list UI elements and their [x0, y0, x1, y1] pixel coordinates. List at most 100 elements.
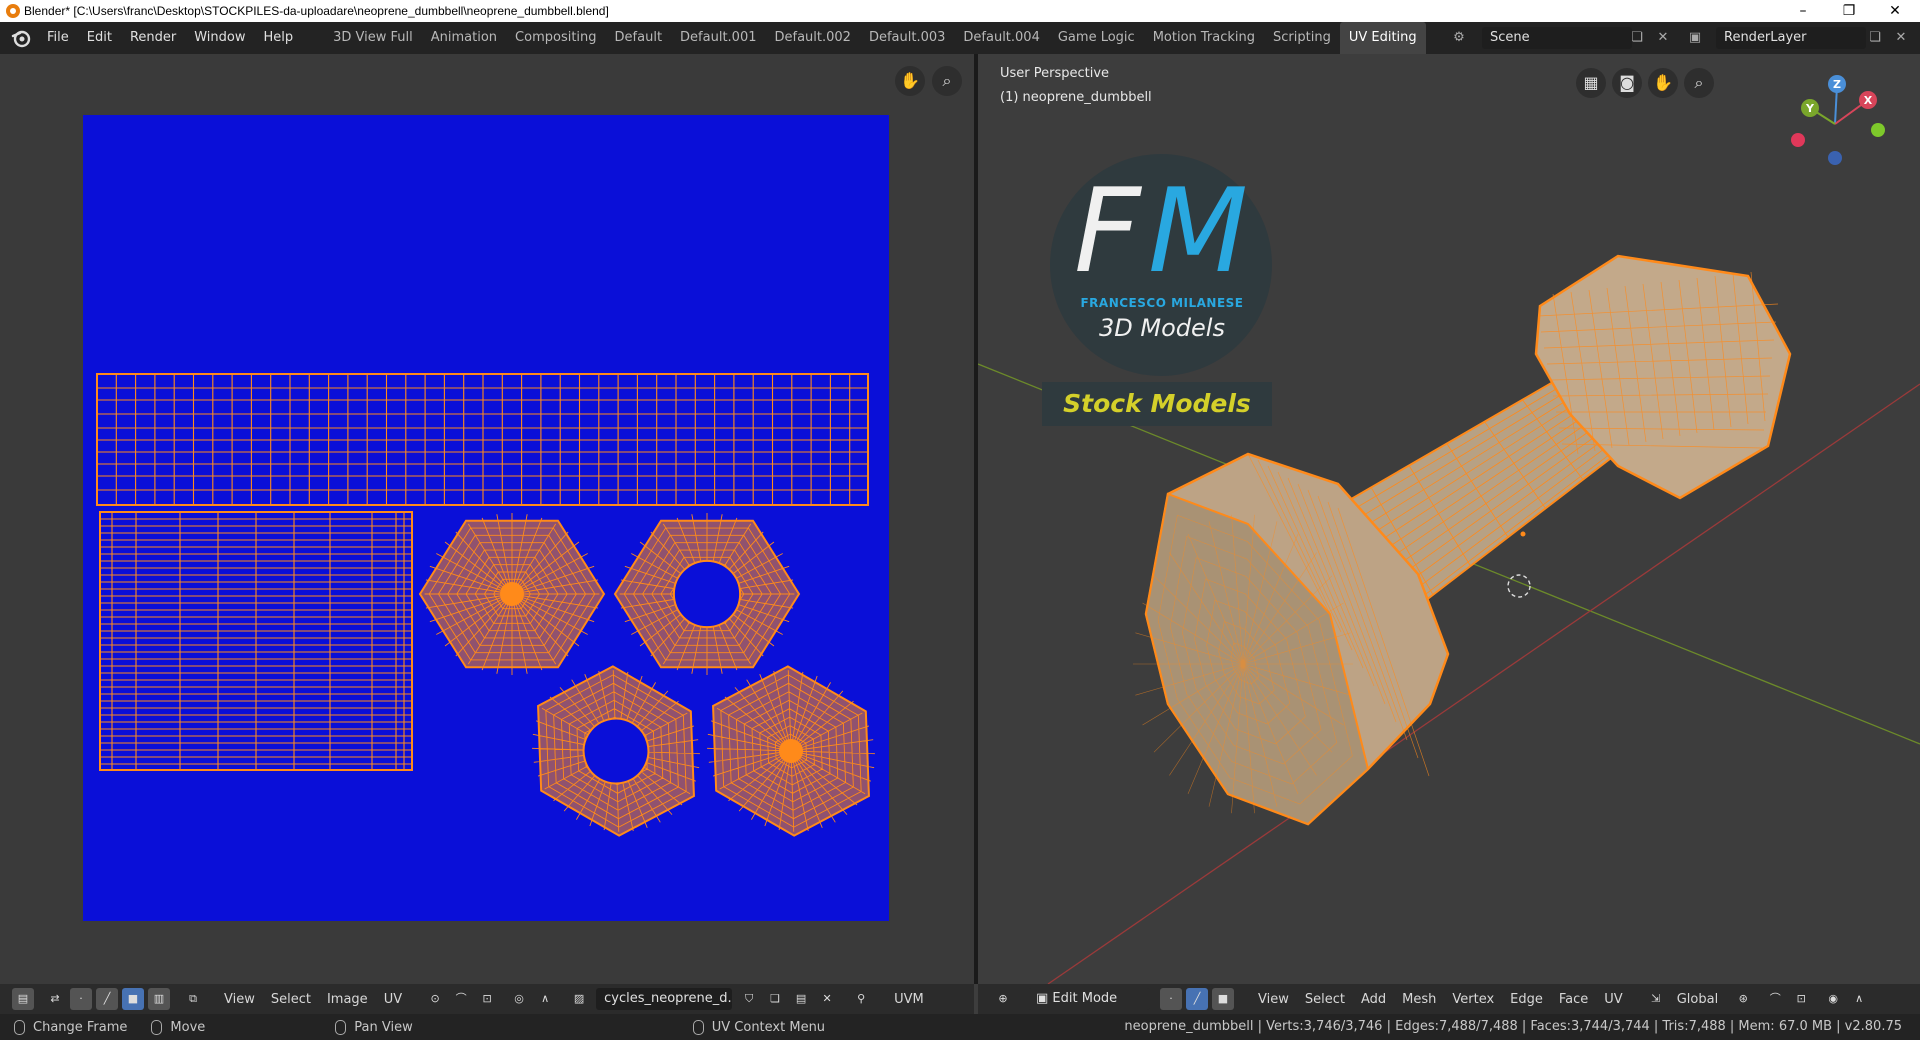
hint-change-frame: Change Frame [33, 1019, 128, 1035]
vp-menu-uv[interactable]: UV [1596, 992, 1630, 1007]
window-title-bar: Blender* [C:\Users\franc\Desktop\STOCKPI… [0, 0, 1920, 22]
face-mode-icon[interactable]: ■ [1212, 988, 1234, 1010]
uv-menu-uv[interactable]: UV [376, 992, 410, 1007]
sync-selection-icon[interactable]: ⇄ [44, 988, 66, 1010]
restore-button[interactable]: ❐ [1826, 0, 1872, 22]
zoom-icon[interactable]: ⌕ [1684, 68, 1714, 98]
image-name-field[interactable]: cycles_neoprene_d.. [596, 988, 733, 1010]
vp-falloff-icon[interactable]: ∧ [1848, 988, 1870, 1010]
render-layer-icon[interactable]: ▣ [1686, 29, 1704, 47]
uv-canvas[interactable] [0, 54, 974, 984]
uv-menu-image[interactable]: Image [319, 992, 376, 1007]
tab-animation[interactable]: Animation [422, 22, 506, 54]
open-image-icon[interactable]: ▤ [790, 988, 812, 1010]
gizmo-neg-y-icon[interactable] [1871, 123, 1885, 137]
svg-text:X: X [1864, 94, 1873, 107]
menu-file[interactable]: File [38, 22, 78, 54]
tab-default-001[interactable]: Default.001 [671, 22, 765, 54]
tab-3d-view-full[interactable]: 3D View Full [324, 22, 422, 54]
vp-snap-target-icon[interactable]: ⊡ [1790, 988, 1812, 1010]
uv-menu-view[interactable]: View [216, 992, 263, 1007]
hint-pan-view: Pan View [354, 1019, 413, 1035]
blender-app-icon [6, 4, 20, 18]
sticky-select-icon[interactable]: ⧉ [182, 988, 204, 1010]
scene-icon[interactable]: ⚙ [1450, 29, 1468, 47]
vertex-select-icon[interactable]: · [70, 988, 92, 1010]
tab-default-003[interactable]: Default.003 [860, 22, 954, 54]
status-bar: Change Frame Move Pan View UV Context Me… [0, 1014, 1920, 1040]
falloff-icon[interactable]: ∧ [534, 988, 556, 1010]
menu-render[interactable]: Render [121, 22, 185, 54]
face-select-icon[interactable]: ■ [122, 988, 144, 1010]
vp-menu-face[interactable]: Face [1551, 992, 1596, 1007]
vp-menu-select[interactable]: Select [1297, 992, 1353, 1007]
tab-default-002[interactable]: Default.002 [766, 22, 860, 54]
tab-default[interactable]: Default [606, 22, 672, 54]
pan-icon[interactable]: ✋ [1648, 68, 1678, 98]
snap-target-icon[interactable]: ⊡ [476, 988, 498, 1010]
uvmap-label[interactable]: UVM [886, 992, 932, 1007]
island-select-icon[interactable]: ▥ [148, 988, 170, 1010]
pin-icon[interactable]: ⚲ [850, 988, 872, 1010]
remove-scene-icon[interactable]: ✕ [1654, 29, 1672, 47]
vp-proportional-icon[interactable]: ◉ [1822, 988, 1844, 1010]
new-scene-icon[interactable]: ❏ [1628, 29, 1646, 47]
vp-menu-edge[interactable]: Edge [1502, 992, 1551, 1007]
mode-selector[interactable]: ▣ Edit Mode [1028, 988, 1150, 1010]
blender-logo-icon[interactable] [10, 27, 32, 49]
logo-subtitle: FRANCESCO MILANESE [1080, 296, 1244, 310]
duplicate-image-icon[interactable]: ❏ [764, 988, 786, 1010]
grid-toggle-icon[interactable]: ▦ [1576, 68, 1606, 98]
fake-user-icon[interactable]: ⛉ [738, 988, 760, 1010]
gizmo-neg-z-icon[interactable] [1828, 151, 1842, 165]
tab-compositing[interactable]: Compositing [506, 22, 606, 54]
snap-icon[interactable]: ⌒ [450, 988, 472, 1010]
vp-menu-vertex[interactable]: Vertex [1444, 992, 1502, 1007]
remove-layer-icon[interactable]: ✕ [1892, 29, 1910, 47]
pan-view-icon[interactable]: ✋ [895, 66, 925, 96]
close-button[interactable]: ✕ [1872, 0, 1918, 22]
gizmo-neg-x-icon[interactable] [1791, 133, 1805, 147]
minimize-button[interactable]: – [1780, 0, 1826, 22]
object-label: (1) neoprene_dumbbell [1000, 90, 1152, 105]
tab-scripting[interactable]: Scripting [1264, 22, 1340, 54]
orientation-icon[interactable]: ⇲ [1645, 988, 1667, 1010]
menu-window[interactable]: Window [185, 22, 254, 54]
pivot-point-icon[interactable]: ⊛ [1732, 988, 1754, 1010]
unlink-image-icon[interactable]: ✕ [816, 988, 838, 1010]
camera-view-icon[interactable]: ◙ [1612, 68, 1642, 98]
zoom-view-icon[interactable]: ⌕ [932, 66, 962, 96]
uv-editor-header: ▤ ⇄ · ╱ ■ ▥ ⧉ View Select Image UV ⊙ ⌒ ⊡… [0, 984, 974, 1014]
vp-menu-add[interactable]: Add [1353, 992, 1394, 1007]
mouse-left-icon [14, 1019, 25, 1035]
pivot-icon[interactable]: ⊙ [424, 988, 446, 1010]
scene-selector[interactable]: Scene [1482, 27, 1632, 49]
vp-menu-view[interactable]: View [1250, 992, 1297, 1007]
3d-viewport[interactable]: User Perspective (1) neoprene_dumbbell F… [978, 54, 1920, 984]
perspective-label: User Perspective [1000, 66, 1110, 81]
proportional-edit-icon[interactable]: ◎ [508, 988, 530, 1010]
vertex-mode-icon[interactable]: · [1160, 988, 1182, 1010]
tab-uv-editing[interactable]: UV Editing [1339, 22, 1426, 54]
menu-edit[interactable]: Edit [78, 22, 121, 54]
vp-snap-icon[interactable]: ⌒ [1764, 988, 1786, 1010]
render-layer-selector[interactable]: RenderLayer [1716, 27, 1866, 49]
tab-motion-tracking[interactable]: Motion Tracking [1144, 22, 1264, 54]
menu-help[interactable]: Help [255, 22, 303, 54]
hint-move: Move [170, 1019, 206, 1035]
editor-type-icon[interactable]: ▤ [12, 988, 34, 1010]
navigation-gizmo[interactable]: Z X Y [1780, 64, 1890, 174]
new-layer-icon[interactable]: ❏ [1866, 29, 1884, 47]
viewport-editor-type-icon[interactable]: ⊕ [992, 988, 1014, 1010]
tab-default-004[interactable]: Default.004 [954, 22, 1048, 54]
window-title: Blender* [C:\Users\franc\Desktop\STOCKPI… [24, 4, 609, 18]
logo-stock: Stock Models [1042, 382, 1272, 426]
orientation-selector[interactable]: Global [1669, 992, 1726, 1007]
image-browse-icon[interactable]: ▨ [568, 988, 590, 1010]
edge-select-icon[interactable]: ╱ [96, 988, 118, 1010]
edge-mode-icon[interactable]: ╱ [1186, 988, 1208, 1010]
tab-game-logic[interactable]: Game Logic [1049, 22, 1144, 54]
uv-menu-select[interactable]: Select [263, 992, 319, 1007]
vp-menu-mesh[interactable]: Mesh [1394, 992, 1444, 1007]
uv-editor[interactable]: ✋ ⌕ [0, 54, 974, 984]
